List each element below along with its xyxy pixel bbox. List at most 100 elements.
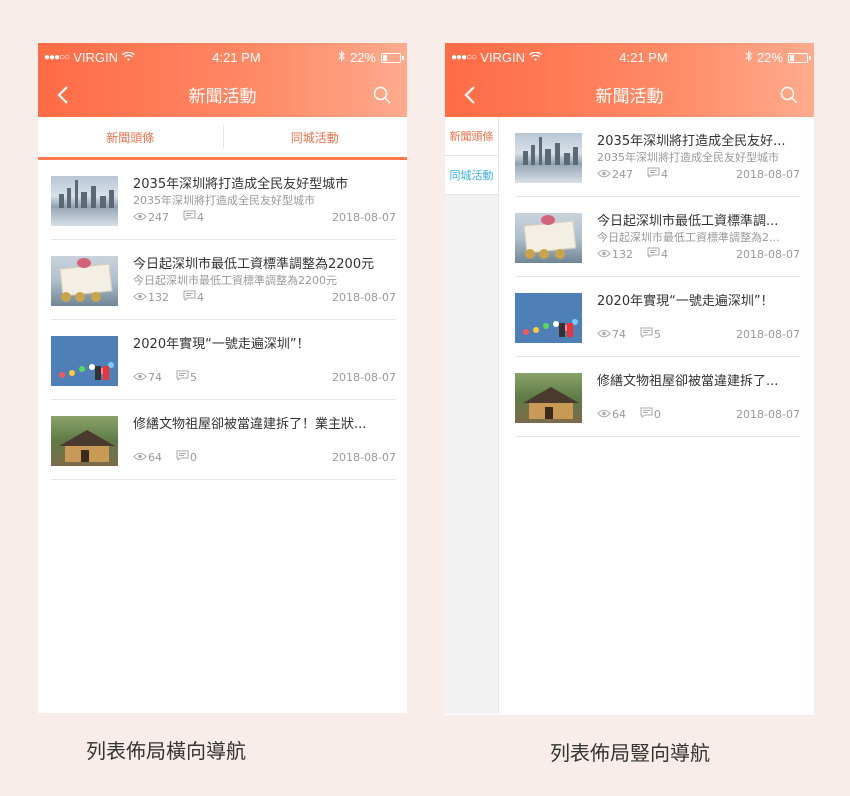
comment-count: 4 [661,167,668,181]
view-count: 132 [148,290,169,304]
comment-count: 4 [197,210,204,224]
item-subtitle: 2035年深圳將打造成全民友好型城市 [597,151,779,164]
item-subtitle: 今日起深圳市最低工資標準調整為2200元 [133,274,337,287]
list-item[interactable]: 今日起深圳市最低工資標準調... 今日起深圳市最低工資標準調整為2... 132… [515,197,800,277]
thumbnail-money [515,213,582,263]
tab-news-headlines[interactable]: 新聞頭條 [38,117,223,157]
signal-dots-icon: ●●●○○ [44,52,70,63]
eye-icon [597,408,611,421]
comment-count: 4 [197,290,204,304]
eye-icon [133,211,147,224]
battery-icon [380,52,404,63]
comment-icon [647,247,660,261]
list-item[interactable]: 2020年實現“一號走遍深圳”！ 74 5 2018-08-07 [51,320,396,400]
battery-percent: 22% [349,50,376,65]
back-button[interactable] [52,84,74,106]
eye-icon [597,328,611,341]
list-item[interactable]: 2035年深圳將打造成全民友好... 2035年深圳將打造成全民友好型城市 24… [515,117,800,197]
view-count: 64 [612,407,626,421]
item-subtitle: 2035年深圳將打造成全民友好型城市 [133,194,315,207]
view-count: 64 [148,450,162,464]
view-count: 247 [148,210,169,224]
search-icon [780,86,798,104]
view-count: 132 [612,247,633,261]
tab-local-events[interactable]: 同城活動 [222,117,408,157]
tab-local-events[interactable]: 同城活動 [445,156,498,195]
comment-count: 5 [654,327,661,341]
nav-bar: 新聞活動 [38,72,407,117]
search-button[interactable] [778,84,800,106]
tab-news-headlines[interactable]: 新聞頭條 [445,117,498,156]
search-icon [373,86,391,104]
eye-icon [133,291,147,304]
item-date: 2018-08-07 [736,167,800,181]
thumbnail-app-icons [51,336,118,386]
comment-icon [640,327,653,341]
phone-horizontal-nav: ●●●○○ VIRGIN 4:21 PM 22% 新聞活動 新聞頭條 同城活動 … [38,43,407,713]
bluetooth-icon [338,50,345,65]
item-date: 2018-08-07 [332,370,396,384]
comment-count: 0 [190,450,197,464]
list-item[interactable]: 修繕文物祖屋卻被當違建拆了！業主狀... 64 0 2018-08-07 [51,400,396,480]
comment-icon [647,167,660,181]
eye-icon [133,451,147,464]
phone-vertical-nav: ●●●○○ VIRGIN 4:21 PM 22% 新聞活動 新聞頭條 同城活動 … [445,43,814,715]
comment-icon [183,210,196,224]
vertical-tab-bar: 新聞頭條 同城活動 [445,117,499,714]
list-item[interactable]: 今日起深圳市最低工資標準調整為2200元 今日起深圳市最低工資標準調整為2200… [51,240,396,320]
comment-count: 5 [190,370,197,384]
view-count: 247 [612,167,633,181]
item-title: 2020年實現“一號走遍深圳”！ [133,337,310,352]
comment-count: 0 [654,407,661,421]
header: ●●●○○ VIRGIN 4:21 PM 22% 新聞活動 [38,43,407,117]
item-subtitle [597,310,800,326]
thumbnail-city-skyline [515,133,582,183]
carrier-label: VIRGIN [480,50,525,65]
list-item[interactable]: 2020年實現“一號走遍深圳”！ 74 5 2018-08-07 [515,277,800,357]
item-subtitle [133,433,396,449]
chevron-left-icon [464,85,475,104]
item-date: 2018-08-07 [332,290,396,304]
comment-icon [183,290,196,304]
item-title: 今日起深圳市最低工資標準調... [597,214,779,229]
back-button[interactable] [459,84,481,106]
item-title: 修繕文物祖屋卻被當違建拆了... [597,374,779,389]
status-bar: ●●●○○ VIRGIN 4:21 PM 22% [38,43,407,72]
horizontal-tab-bar: 新聞頭條 同城活動 [38,117,407,160]
search-button[interactable] [371,84,393,106]
carrier-label: VIRGIN [73,50,118,65]
item-date: 2018-08-07 [332,210,396,224]
comment-icon [176,370,189,384]
thumbnail-city-skyline [51,176,118,226]
list-item[interactable]: 2035年深圳將打造成全民友好型城市 2035年深圳將打造成全民友好型城市 24… [51,160,396,240]
chevron-left-icon [57,85,68,104]
item-title: 2035年深圳將打造成全民友好... [597,134,786,149]
battery-icon [787,52,811,63]
news-list: 2035年深圳將打造成全民友好... 2035年深圳將打造成全民友好型城市 24… [499,117,814,714]
thumbnail-old-house [515,373,582,423]
item-date: 2018-08-07 [736,247,800,261]
status-time: 4:21 PM [619,50,668,65]
thumbnail-old-house [51,416,118,466]
view-count: 74 [148,370,162,384]
caption-horizontal-nav: 列表佈局橫向導航 [86,739,246,763]
page-title: 新聞活動 [188,87,257,107]
comment-count: 4 [661,247,668,261]
wifi-icon [529,50,542,65]
nav-bar: 新聞活動 [445,72,814,117]
comment-icon [640,407,653,421]
item-date: 2018-08-07 [332,450,396,464]
item-date: 2018-08-07 [736,407,800,421]
bluetooth-icon [745,50,752,65]
item-subtitle [597,390,800,406]
status-bar: ●●●○○ VIRGIN 4:21 PM 22% [445,43,814,72]
item-title: 修繕文物祖屋卻被當違建拆了！業主狀... [133,417,367,432]
status-time: 4:21 PM [212,50,261,65]
news-list: 2035年深圳將打造成全民友好型城市 2035年深圳將打造成全民友好型城市 24… [38,160,407,480]
list-item[interactable]: 修繕文物祖屋卻被當違建拆了... 64 0 2018-08-07 [515,357,800,437]
signal-dots-icon: ●●●○○ [451,52,477,63]
eye-icon [133,371,147,384]
eye-icon [597,248,611,261]
view-count: 74 [612,327,626,341]
caption-vertical-nav: 列表佈局豎向導航 [550,741,710,765]
